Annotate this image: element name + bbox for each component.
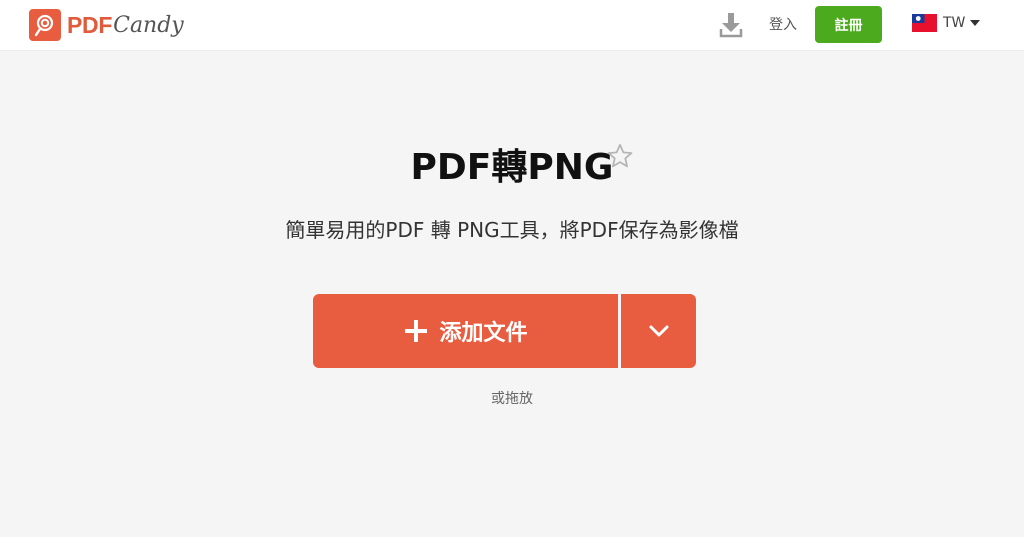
taiwan-flag-icon: [912, 14, 937, 32]
drag-drop-hint: 或拖放: [491, 391, 533, 407]
language-selector[interactable]: TW: [912, 14, 981, 32]
download-icon[interactable]: [719, 12, 743, 38]
plus-icon: [405, 320, 428, 342]
add-file-button[interactable]: 添加文件: [313, 294, 618, 368]
page-subtitle: 簡單易用的PDF 轉 PNG工具，將PDF保存為影像檔: [285, 218, 739, 242]
lollipop-logo-icon: [29, 9, 61, 41]
logo-text-pdf: PDF: [67, 11, 113, 38]
register-button[interactable]: 註冊: [815, 6, 882, 43]
star-outline-icon[interactable]: [606, 142, 634, 170]
add-file-label: 添加文件: [439, 321, 528, 346]
page-title: PDF轉PNG: [410, 147, 614, 188]
logo-text-candy: Candy: [113, 12, 184, 38]
top-header: PDF Candy 登入 註冊 TW: [0, 0, 1024, 51]
chevron-down-icon: [649, 325, 668, 337]
upload-options-button[interactable]: [621, 294, 696, 368]
language-code: TW: [943, 15, 966, 31]
pdfcandy-logo[interactable]: PDF Candy: [29, 9, 184, 41]
login-link[interactable]: 登入: [769, 15, 797, 35]
caret-down-icon: [970, 20, 981, 26]
